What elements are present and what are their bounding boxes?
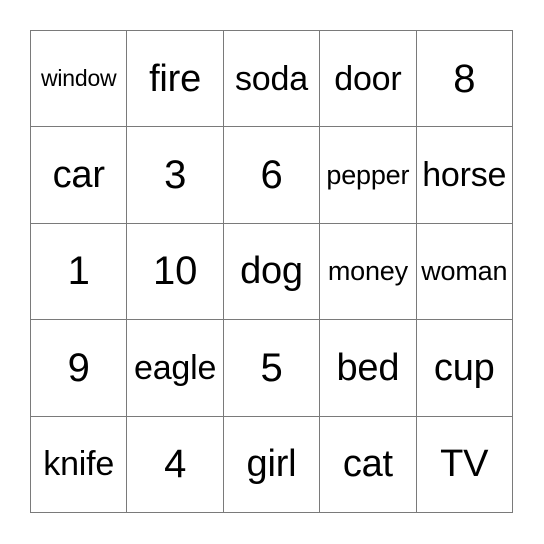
bingo-cell[interactable]: 1 [31, 223, 128, 321]
bingo-row: knife 4 girl cat TV [31, 416, 513, 513]
bingo-cell[interactable]: TV [416, 416, 513, 513]
bingo-cell-label: window [40, 65, 117, 92]
bingo-cell-label: fire [149, 57, 202, 100]
bingo-cell-label: 8 [453, 56, 476, 101]
bingo-cell-label: 1 [67, 249, 90, 294]
bingo-cell[interactable]: 5 [223, 320, 321, 417]
bingo-cell[interactable]: 4 [127, 416, 224, 513]
bingo-cell-label: soda [235, 59, 308, 98]
bingo-cell[interactable]: cat [320, 416, 417, 513]
bingo-cell-label: eagle [133, 348, 217, 387]
bingo-cell[interactable]: bed [320, 320, 417, 417]
bingo-cell-label: money [327, 255, 408, 286]
bingo-cell[interactable]: dog [223, 223, 321, 321]
bingo-cell-label: girl [246, 443, 297, 486]
bingo-cell[interactable]: 9 [31, 320, 128, 417]
bingo-cell-label: TV [440, 443, 489, 486]
bingo-cell[interactable]: fire [127, 31, 224, 128]
bingo-cell[interactable]: soda [223, 31, 321, 128]
bingo-cell[interactable]: 3 [127, 127, 224, 224]
bingo-cell[interactable]: 10 [127, 223, 224, 321]
bingo-cell[interactable]: cup [416, 320, 513, 417]
bingo-cell-label: 6 [260, 153, 283, 198]
bingo-row: 1 10 dog money woman [31, 223, 513, 321]
bingo-cell-label: knife [43, 445, 115, 484]
bingo-cell[interactable]: pepper [320, 127, 417, 224]
bingo-cell-label: cat [342, 443, 393, 486]
bingo-cell[interactable]: knife [31, 416, 128, 513]
bingo-row: 9 eagle 5 bed cup [31, 320, 513, 417]
bingo-cell-label: 5 [260, 345, 283, 390]
bingo-cell[interactable]: eagle [127, 320, 224, 417]
bingo-row: window fire soda door 8 [31, 31, 513, 128]
bingo-cell-label: door [334, 59, 402, 98]
bingo-cell[interactable]: girl [223, 416, 321, 513]
bingo-cell-label: pepper [326, 159, 410, 190]
bingo-cell-label: cup [433, 346, 495, 389]
bingo-cell[interactable]: money [320, 223, 417, 321]
bingo-cell-label: dog [240, 250, 303, 293]
bingo-cell-label: woman [421, 255, 508, 286]
bingo-cell[interactable]: door [320, 31, 417, 128]
bingo-cell-label: 3 [164, 153, 187, 198]
bingo-cell[interactable]: car [31, 127, 128, 224]
bingo-cell-label: bed [336, 346, 400, 389]
bingo-cell-label: car [52, 154, 105, 197]
bingo-cell-label: 10 [153, 249, 198, 294]
bingo-cell-label: horse [422, 156, 507, 195]
bingo-cell[interactable]: 8 [416, 31, 513, 128]
bingo-cell[interactable]: window [31, 31, 128, 128]
bingo-cell-label: 9 [67, 345, 90, 390]
bingo-cell[interactable]: horse [416, 127, 513, 224]
bingo-cell[interactable]: woman [416, 223, 513, 321]
bingo-cell-label: 4 [164, 442, 187, 487]
bingo-row: car 3 6 pepper horse [31, 127, 513, 224]
bingo-card: window fire soda door 8 car 3 6 pepper horse 1 10 do… [30, 30, 513, 513]
bingo-cell[interactable]: 6 [223, 127, 321, 224]
